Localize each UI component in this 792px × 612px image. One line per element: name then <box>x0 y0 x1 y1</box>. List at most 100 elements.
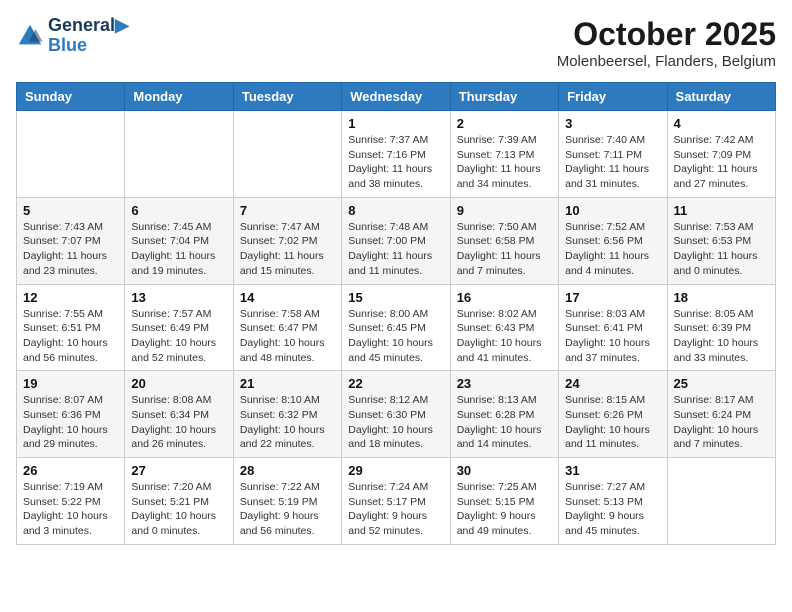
calendar-cell: 18 Sunrise: 8:05 AM Sunset: 6:39 PM Dayli… <box>667 284 775 371</box>
calendar-cell: 23 Sunrise: 8:13 AM Sunset: 6:28 PM Dayli… <box>450 371 558 458</box>
day-number: 2 <box>457 116 552 131</box>
day-info: Sunrise: 7:40 AM Sunset: 7:11 PM Dayligh… <box>565 133 660 192</box>
calendar-cell: 1 Sunrise: 7:37 AM Sunset: 7:16 PM Daylig… <box>342 111 450 198</box>
calendar-cell <box>667 458 775 545</box>
calendar-cell: 15Sunrise: 8:00 AM Sunset: 6:45 PM Dayli… <box>342 284 450 371</box>
weekday-header-tuesday: Tuesday <box>233 83 341 111</box>
day-info: Sunrise: 7:39 AM Sunset: 7:13 PM Dayligh… <box>457 133 552 192</box>
location: Molenbeersel, Flanders, Belgium <box>557 53 776 70</box>
calendar-cell: 2 Sunrise: 7:39 AM Sunset: 7:13 PM Daylig… <box>450 111 558 198</box>
week-row-1: 1 Sunrise: 7:37 AM Sunset: 7:16 PM Daylig… <box>17 111 776 198</box>
day-number: 8 <box>348 203 443 218</box>
day-number: 12 <box>23 290 118 305</box>
weekday-header-saturday: Saturday <box>667 83 775 111</box>
day-info: Sunrise: 8:12 AM Sunset: 6:30 PM Dayligh… <box>348 393 443 452</box>
calendar-cell: 5Sunrise: 7:43 AM Sunset: 7:07 PM Daylig… <box>17 197 125 284</box>
calendar-cell: 31Sunrise: 7:27 AM Sunset: 5:13 PM Dayli… <box>559 458 667 545</box>
day-info: Sunrise: 7:53 AM Sunset: 6:53 PM Dayligh… <box>674 220 769 279</box>
day-number: 26 <box>23 463 118 478</box>
day-info: Sunrise: 8:00 AM Sunset: 6:45 PM Dayligh… <box>348 307 443 366</box>
calendar-cell: 19 Sunrise: 8:07 AM Sunset: 6:36 PM Dayli… <box>17 371 125 458</box>
day-info: Sunrise: 7:50 AM Sunset: 6:58 PM Dayligh… <box>457 220 552 279</box>
calendar-cell: 22 Sunrise: 8:12 AM Sunset: 6:30 PM Dayli… <box>342 371 450 458</box>
day-number: 24 <box>565 376 660 391</box>
week-row-5: 26 Sunrise: 7:19 AM Sunset: 5:22 PM Dayli… <box>17 458 776 545</box>
day-number: 4 <box>674 116 769 131</box>
calendar-cell: 28Sunrise: 7:22 AM Sunset: 5:19 PM Dayli… <box>233 458 341 545</box>
calendar-cell: 10 Sunrise: 7:52 AM Sunset: 6:56 PM Dayli… <box>559 197 667 284</box>
day-info: Sunrise: 7:48 AM Sunset: 7:00 PM Dayligh… <box>348 220 443 279</box>
calendar-cell: 21Sunrise: 8:10 AM Sunset: 6:32 PM Dayli… <box>233 371 341 458</box>
day-info: Sunrise: 7:24 AM Sunset: 5:17 PM Dayligh… <box>348 480 443 539</box>
day-info: Sunrise: 8:05 AM Sunset: 6:39 PM Dayligh… <box>674 307 769 366</box>
day-number: 29 <box>348 463 443 478</box>
day-number: 28 <box>240 463 335 478</box>
calendar-cell: 6 Sunrise: 7:45 AM Sunset: 7:04 PM Daylig… <box>125 197 233 284</box>
day-number: 9 <box>457 203 552 218</box>
day-info: Sunrise: 8:17 AM Sunset: 6:24 PM Dayligh… <box>674 393 769 452</box>
day-number: 19 <box>23 376 118 391</box>
day-info: Sunrise: 8:13 AM Sunset: 6:28 PM Dayligh… <box>457 393 552 452</box>
day-info: Sunrise: 7:25 AM Sunset: 5:15 PM Dayligh… <box>457 480 552 539</box>
calendar-cell: 20 Sunrise: 8:08 AM Sunset: 6:34 PM Dayli… <box>125 371 233 458</box>
day-info: Sunrise: 7:45 AM Sunset: 7:04 PM Dayligh… <box>131 220 226 279</box>
weekday-header-row: SundayMondayTuesdayWednesdayThursdayFrid… <box>17 83 776 111</box>
weekday-header-wednesday: Wednesday <box>342 83 450 111</box>
day-info: Sunrise: 7:52 AM Sunset: 6:56 PM Dayligh… <box>565 220 660 279</box>
day-info: Sunrise: 7:27 AM Sunset: 5:13 PM Dayligh… <box>565 480 660 539</box>
week-row-4: 19 Sunrise: 8:07 AM Sunset: 6:36 PM Dayli… <box>17 371 776 458</box>
day-number: 21 <box>240 376 335 391</box>
month-title: October 2025 <box>557 16 776 53</box>
day-number: 17 <box>565 290 660 305</box>
calendar-cell: 30 Sunrise: 7:25 AM Sunset: 5:15 PM Dayli… <box>450 458 558 545</box>
logo-text: General▶ Blue <box>48 16 129 56</box>
day-number: 22 <box>348 376 443 391</box>
calendar-cell: 25Sunrise: 8:17 AM Sunset: 6:24 PM Dayli… <box>667 371 775 458</box>
weekday-header-monday: Monday <box>125 83 233 111</box>
calendar-cell: 9 Sunrise: 7:50 AM Sunset: 6:58 PM Daylig… <box>450 197 558 284</box>
day-number: 20 <box>131 376 226 391</box>
calendar-cell: 12 Sunrise: 7:55 AM Sunset: 6:51 PM Dayli… <box>17 284 125 371</box>
calendar-cell: 8 Sunrise: 7:48 AM Sunset: 7:00 PM Daylig… <box>342 197 450 284</box>
day-number: 27 <box>131 463 226 478</box>
day-number: 11 <box>674 203 769 218</box>
day-info: Sunrise: 7:57 AM Sunset: 6:49 PM Dayligh… <box>131 307 226 366</box>
day-number: 3 <box>565 116 660 131</box>
day-number: 6 <box>131 203 226 218</box>
calendar-cell: 11 Sunrise: 7:53 AM Sunset: 6:53 PM Dayli… <box>667 197 775 284</box>
calendar-cell: 26 Sunrise: 7:19 AM Sunset: 5:22 PM Dayli… <box>17 458 125 545</box>
day-number: 30 <box>457 463 552 478</box>
calendar-cell: 7Sunrise: 7:47 AM Sunset: 7:02 PM Daylig… <box>233 197 341 284</box>
calendar-cell <box>125 111 233 198</box>
day-info: Sunrise: 8:08 AM Sunset: 6:34 PM Dayligh… <box>131 393 226 452</box>
weekday-header-thursday: Thursday <box>450 83 558 111</box>
day-number: 10 <box>565 203 660 218</box>
calendar-cell: 29 Sunrise: 7:24 AM Sunset: 5:17 PM Dayli… <box>342 458 450 545</box>
day-info: Sunrise: 7:20 AM Sunset: 5:21 PM Dayligh… <box>131 480 226 539</box>
calendar-cell: 24 Sunrise: 8:15 AM Sunset: 6:26 PM Dayli… <box>559 371 667 458</box>
day-info: Sunrise: 8:07 AM Sunset: 6:36 PM Dayligh… <box>23 393 118 452</box>
day-number: 13 <box>131 290 226 305</box>
day-info: Sunrise: 7:37 AM Sunset: 7:16 PM Dayligh… <box>348 133 443 192</box>
title-block: October 2025 Molenbeersel, Flanders, Bel… <box>557 16 776 70</box>
calendar-cell <box>233 111 341 198</box>
day-info: Sunrise: 8:15 AM Sunset: 6:26 PM Dayligh… <box>565 393 660 452</box>
day-number: 7 <box>240 203 335 218</box>
day-number: 1 <box>348 116 443 131</box>
day-number: 5 <box>23 203 118 218</box>
logo-icon <box>16 22 44 50</box>
day-info: Sunrise: 8:03 AM Sunset: 6:41 PM Dayligh… <box>565 307 660 366</box>
day-number: 14 <box>240 290 335 305</box>
day-info: Sunrise: 7:55 AM Sunset: 6:51 PM Dayligh… <box>23 307 118 366</box>
calendar-cell <box>17 111 125 198</box>
week-row-3: 12 Sunrise: 7:55 AM Sunset: 6:51 PM Dayli… <box>17 284 776 371</box>
calendar-table: SundayMondayTuesdayWednesdayThursdayFrid… <box>16 82 776 545</box>
day-number: 23 <box>457 376 552 391</box>
day-number: 18 <box>674 290 769 305</box>
calendar-cell: 17 Sunrise: 8:03 AM Sunset: 6:41 PM Dayli… <box>559 284 667 371</box>
day-info: Sunrise: 7:19 AM Sunset: 5:22 PM Dayligh… <box>23 480 118 539</box>
weekday-header-sunday: Sunday <box>17 83 125 111</box>
calendar-cell: 13 Sunrise: 7:57 AM Sunset: 6:49 PM Dayli… <box>125 284 233 371</box>
day-info: Sunrise: 7:58 AM Sunset: 6:47 PM Dayligh… <box>240 307 335 366</box>
page-header: General▶ Blue October 2025 Molenbeersel,… <box>16 16 776 70</box>
